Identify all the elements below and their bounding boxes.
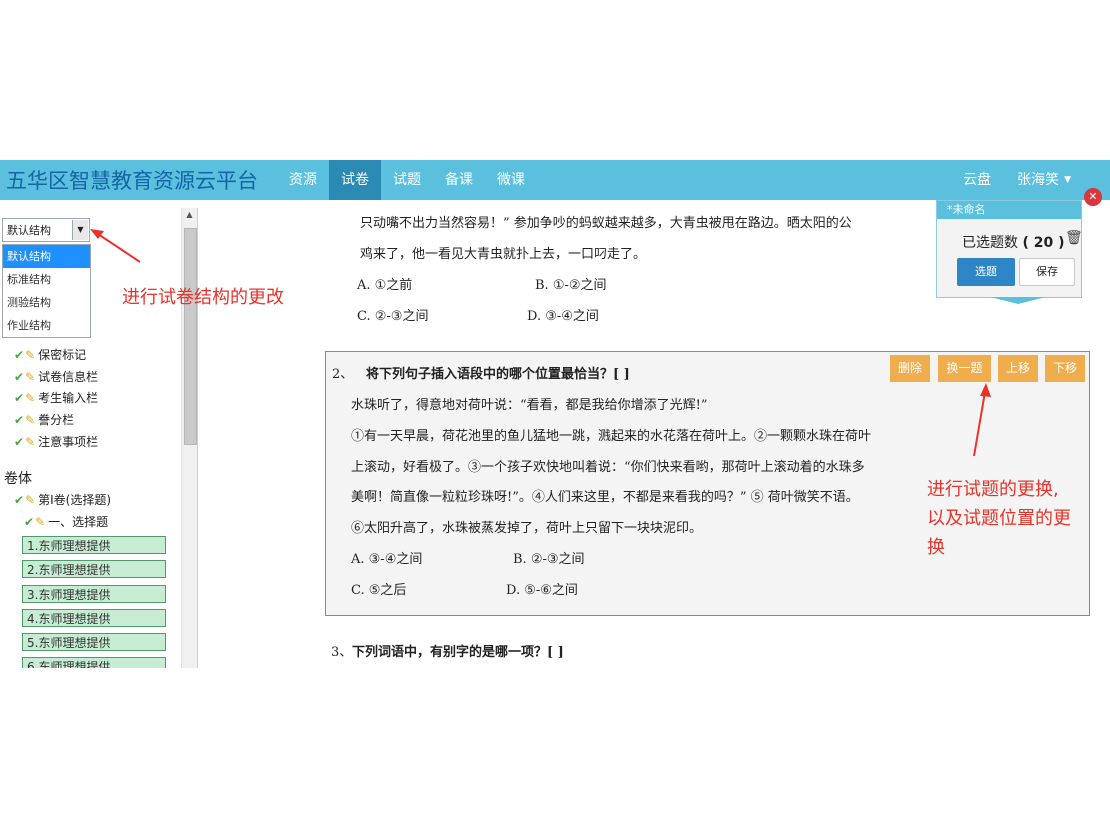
annotation-replace-line1: 进行试题的更换, <box>927 479 1059 500</box>
q2-body-line: 美啊！简直像一粒粒珍珠呀!”。④人们来这里，不都是来看我的吗？” ⑤ 荷叶微笑不… <box>351 490 859 505</box>
structure-select[interactable]: 默认结构 ▼ <box>2 218 90 242</box>
setting-label: 注意事项栏 <box>38 435 99 449</box>
pencil-icon[interactable]: ✎ <box>25 391 35 405</box>
question-item-4[interactable]: 4.东师理想提供 <box>22 609 166 627</box>
scrollbar-thumb[interactable] <box>184 228 197 445</box>
checkmark-icon[interactable]: ✔ <box>14 348 24 362</box>
pencil-icon[interactable]: ✎ <box>25 413 35 427</box>
q1-option-c: C. ②-③之间 <box>357 309 429 324</box>
q2-quote: 水珠听了，得意地对荷叶说：“看看，都是我给你增添了光辉!” <box>351 398 708 413</box>
checkmark-icon[interactable]: ✔ <box>14 493 24 507</box>
selected-count-display: 已选题数 ( 20 ) <box>962 235 1065 251</box>
q3-title: 下列词语中，有别字的是哪一项？[ ] <box>352 645 564 660</box>
close-icon[interactable]: ✕ <box>1084 188 1102 206</box>
main-nav: 资源 试卷 试题 备课 微课 <box>277 160 537 200</box>
q2-option-a: A. ③-④之间 <box>351 552 423 567</box>
paper-name: *未命名 <box>937 201 1081 219</box>
question-item-5[interactable]: 5.东师理想提供 <box>22 633 166 651</box>
pencil-icon[interactable]: ✎ <box>35 515 45 529</box>
question-item-6[interactable]: 6.东师理想提供 <box>22 657 166 668</box>
annotation-replace-line2: 以及试题位置的更 <box>927 508 1071 529</box>
q2-body-line: 上滚动，好看极了。③一个孩子欢快地叫着说：“你们快来看哟，那荷叶上滚动着的水珠多 <box>351 460 865 475</box>
nav-resources[interactable]: 资源 <box>277 160 329 200</box>
paper-basket-panel: *未命名 已选题数 ( 20 ) 🗑 选题 保存 <box>936 200 1083 298</box>
selected-count-label: 已选题数 <box>962 235 1018 251</box>
setting-notes[interactable]: ✔ ✎ 注意事项栏 <box>14 433 98 450</box>
setting-student-input[interactable]: ✔ ✎ 考生输入栏 <box>14 389 98 406</box>
move-up-button[interactable]: 上移 <box>998 355 1038 382</box>
setting-label: 保密标记 <box>38 348 87 362</box>
pencil-icon[interactable]: ✎ <box>25 435 35 449</box>
section-label: 第I卷(选择题) <box>38 493 112 507</box>
scroll-up-icon[interactable]: ▲ <box>182 210 197 219</box>
user-name: 张海笑 <box>1017 172 1060 188</box>
q2-option-d: D. ⑤-⑥之间 <box>506 583 578 598</box>
pick-questions-button[interactable]: 选题 <box>957 258 1015 286</box>
pencil-icon[interactable]: ✎ <box>25 493 35 507</box>
nav-micro-lessons[interactable]: 微课 <box>485 160 537 200</box>
panel-pointer <box>990 297 1046 304</box>
q2-body-line: ①有一天早晨，荷花池里的鱼儿猛地一跳，溅起来的水花落在荷叶上。②一颗颗水珠在荷叶 <box>351 429 872 444</box>
user-menu[interactable]: 张海笑 ▼ <box>1004 160 1084 200</box>
trash-icon[interactable]: 🗑 <box>1065 230 1083 246</box>
q2-option-c: C. ⑤之后 <box>351 583 407 598</box>
setting-paper-info[interactable]: ✔ ✎ 试卷信息栏 <box>14 368 98 385</box>
volume-heading: 卷体 <box>4 471 32 487</box>
selected-count-value: 20 <box>1033 235 1054 251</box>
setting-label: 考生输入栏 <box>38 391 99 405</box>
structure-dropdown: 默认结构 标准结构 测验结构 作业结构 <box>2 244 91 338</box>
q1-option-a: A. ①之前 <box>357 278 413 293</box>
q2-option-b: B. ②-③之间 <box>513 552 585 567</box>
q2-title: 将下列句子插入语段中的哪个位置最恰当？[ ] <box>366 367 630 382</box>
sidebar-scrollbar[interactable]: ▲ <box>181 208 197 668</box>
cloud-drive-link[interactable]: 云盘 <box>950 160 1004 200</box>
setting-label: 誊分栏 <box>38 413 75 427</box>
delete-button[interactable]: 删除 <box>890 355 930 382</box>
dropdown-arrow-icon[interactable]: ▼ <box>72 220 88 240</box>
q1-text-line: 只动嘴不出力当然容易！” 参加争吵的蚂蚁越来越多，大青虫被甩在路边。晒太阳的公 <box>360 216 852 231</box>
pencil-icon[interactable]: ✎ <box>25 370 35 384</box>
annotation-replace-line3: 换 <box>927 537 945 558</box>
q1-text-line: 鸡来了，他一看见大青虫就扑上去，一口叼走了。 <box>360 247 647 262</box>
setting-score-bar[interactable]: ✔ ✎ 誊分栏 <box>14 411 74 428</box>
checkmark-icon[interactable]: ✔ <box>14 391 24 405</box>
user-nav: 云盘 张海笑 ▼ <box>950 160 1084 200</box>
sub-section-choice[interactable]: ✔ ✎ 一、选择题 <box>24 513 108 530</box>
question-item-1[interactable]: 1.东师理想提供 <box>22 536 166 554</box>
brand-title: 五华区智慧教育资源云平台 <box>6 169 258 193</box>
top-nav-bar: 五华区智慧教育资源云平台 资源 试卷 试题 备课 微课 云盘 张海笑 ▼ <box>0 160 1110 200</box>
structure-option-default[interactable]: 默认结构 <box>3 245 90 268</box>
save-button[interactable]: 保存 <box>1019 258 1075 286</box>
setting-confidential-mark[interactable]: ✔ ✎ 保密标记 <box>14 346 86 363</box>
nav-papers[interactable]: 试卷 <box>329 160 381 200</box>
pencil-icon[interactable]: ✎ <box>25 348 35 362</box>
q3-number: 3、 <box>331 645 353 660</box>
setting-label: 试卷信息栏 <box>38 370 99 384</box>
checkmark-icon[interactable]: ✔ <box>14 435 24 449</box>
replace-question-button[interactable]: 换一题 <box>938 355 991 382</box>
question-item-3[interactable]: 3.东师理想提供 <box>22 585 166 603</box>
q1-option-d: D. ③-④之间 <box>527 309 599 324</box>
annotation-structure: 进行试卷结构的更改 <box>122 287 284 308</box>
checkmark-icon[interactable]: ✔ <box>14 413 24 427</box>
structure-option-standard[interactable]: 标准结构 <box>3 268 90 291</box>
section-part-one[interactable]: ✔ ✎ 第I卷(选择题) <box>14 491 111 508</box>
q2-number: 2、 <box>332 367 354 382</box>
q2-body-line: ⑥太阳升高了，水珠被蒸发掉了，荷叶上只留下一块块泥印。 <box>351 521 703 536</box>
caret-down-icon: ▼ <box>1064 175 1071 185</box>
checkmark-icon[interactable]: ✔ <box>14 370 24 384</box>
structure-option-homework[interactable]: 作业结构 <box>3 314 90 337</box>
checkmark-icon[interactable]: ✔ <box>24 515 34 529</box>
structure-sidebar: 默认结构 ▼ 默认结构 标准结构 测验结构 作业结构 ✔ ✎ 保密标记 ✔ ✎ 试卷信息… <box>0 208 198 668</box>
structure-option-quiz[interactable]: 测验结构 <box>3 291 90 314</box>
structure-select-value: 默认结构 <box>7 224 51 237</box>
app-window: 五华区智慧教育资源云平台 资源 试卷 试题 备课 微课 云盘 张海笑 ▼ 默认结构… <box>0 160 1110 668</box>
question-item-2[interactable]: 2.东师理想提供 <box>22 560 166 578</box>
sub-section-label: 一、选择题 <box>48 515 109 529</box>
nav-questions[interactable]: 试题 <box>381 160 433 200</box>
move-down-button[interactable]: 下移 <box>1045 355 1085 382</box>
q1-option-b: B. ①-②之间 <box>535 278 607 293</box>
nav-lesson-prep[interactable]: 备课 <box>433 160 485 200</box>
